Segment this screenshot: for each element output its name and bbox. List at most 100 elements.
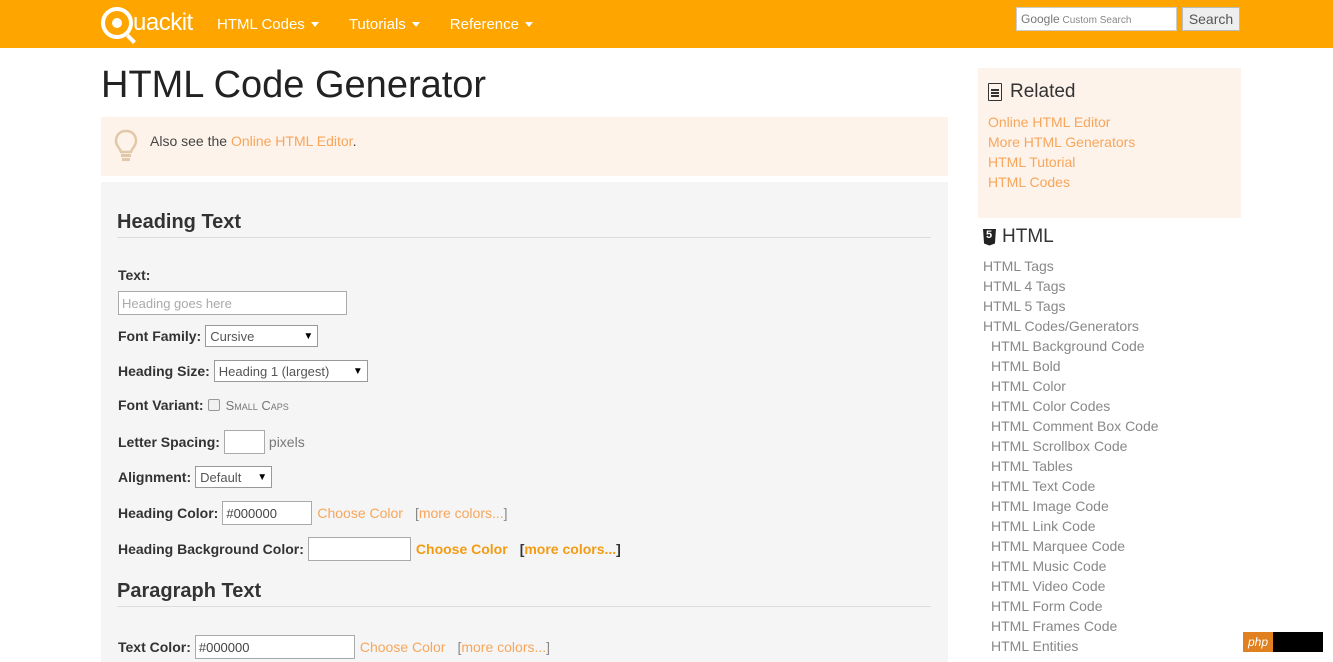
- text-label: Text:: [118, 267, 151, 283]
- logo-q-icon: [101, 7, 133, 39]
- top-nav-bar: uackit HTML Codes Tutorials Reference Go…: [0, 0, 1333, 48]
- sidebar-sublink[interactable]: HTML Marquee Code: [991, 538, 1125, 554]
- note-text: Also see the Online HTML Editor.: [150, 133, 356, 149]
- heading-color-label: Heading Color:: [118, 505, 219, 521]
- font-family-label: Font Family:: [118, 328, 202, 344]
- html-title: HTML: [1002, 226, 1054, 247]
- dropdown-arrow-icon: ▼: [352, 365, 363, 377]
- sidebar-sublink[interactable]: HTML Background Code: [991, 338, 1145, 354]
- sidebar-sublink[interactable]: HTML Music Code: [991, 558, 1106, 574]
- dropdown-arrow-icon: ▼: [257, 471, 268, 483]
- font-variant-row: Font Variant: Small Caps: [118, 397, 289, 413]
- caret-down-icon: [525, 21, 533, 27]
- search-button[interactable]: Search: [1182, 7, 1240, 31]
- caret-down-icon: [411, 21, 420, 27]
- pixels-unit: pixels: [268, 434, 305, 450]
- sidebar-sublink[interactable]: HTML Color: [991, 378, 1066, 394]
- heading-bg-color-input[interactable]: [307, 537, 411, 561]
- alignment-label: Alignment:: [118, 469, 192, 485]
- alignment-select[interactable]: Default ▼: [195, 466, 273, 488]
- related-link[interactable]: More HTML Generators: [988, 134, 1135, 150]
- logo-text: uackit: [133, 9, 193, 36]
- more-colors-bracket: [more colors...]: [414, 505, 508, 521]
- heading-size-label: Heading Size:: [118, 363, 210, 379]
- font-family-select[interactable]: Cursive ▼: [205, 325, 319, 347]
- sidebar-sublink[interactable]: HTML Video Code: [991, 578, 1105, 594]
- note-suffix: .: [352, 133, 357, 149]
- font-family-value: Cursive: [210, 328, 255, 344]
- nav-reference-label: Reference: [449, 15, 519, 33]
- text-color-label: Text Color:: [118, 639, 191, 655]
- sidebar-sublink[interactable]: HTML Bold: [991, 358, 1061, 374]
- text-color-row: Text Color: #000000 Choose Color [more c…: [118, 635, 550, 659]
- related-heading: Related: [988, 81, 1076, 103]
- bg-more-colors-bracket: [more colors...]: [519, 541, 621, 557]
- html5-icon: [983, 228, 996, 246]
- paragraph-section-title: Paragraph Text: [117, 580, 262, 602]
- small-caps-checkbox[interactable]: [207, 399, 220, 411]
- section-divider: [117, 237, 931, 238]
- quackit-logo[interactable]: uackit: [101, 6, 193, 40]
- caret-down-icon: [310, 21, 319, 27]
- text-color-input[interactable]: #000000: [194, 635, 355, 659]
- php-watermark: php: [1243, 632, 1323, 652]
- sidebar-link[interactable]: HTML Tags: [983, 258, 1054, 274]
- font-variant-label: Font Variant:: [118, 397, 204, 413]
- sidebar-link[interactable]: HTML 4 Tags: [983, 278, 1065, 294]
- sidebar-sublink[interactable]: HTML Form Code: [991, 598, 1103, 614]
- paragraph-more-colors-bracket: [more colors...]: [457, 639, 551, 655]
- heading-bg-color-label: Heading Background Color:: [118, 541, 304, 557]
- sidebar-sublink[interactable]: HTML Color Codes: [991, 398, 1110, 414]
- alignment-value: Default: [200, 469, 242, 485]
- paragraph-choose-color-link[interactable]: Choose Color: [360, 639, 446, 655]
- dropdown-arrow-icon: ▼: [303, 330, 314, 342]
- sidebar-link[interactable]: HTML 5 Tags: [983, 298, 1065, 314]
- related-title: Related: [1010, 81, 1076, 102]
- text-input-row: Heading goes here: [118, 291, 347, 315]
- sidebar-sublink[interactable]: HTML Scrollbox Code: [991, 438, 1127, 454]
- heading-color-row: Heading Color: #000000 Choose Color [mor…: [118, 501, 508, 525]
- paragraph-more-colors-link[interactable]: more colors...: [461, 639, 546, 655]
- nav-html-codes[interactable]: HTML Codes: [217, 16, 319, 33]
- heading-text-input[interactable]: Heading goes here: [118, 291, 347, 315]
- note-prefix: Also see the: [150, 133, 231, 149]
- main-nav: HTML Codes Tutorials Reference: [217, 0, 563, 48]
- heading-size-select[interactable]: Heading 1 (largest) ▼: [213, 360, 368, 382]
- heading-size-row: Heading Size: Heading 1 (largest) ▼: [118, 360, 368, 382]
- html-heading: HTML: [983, 226, 1054, 248]
- font-family-row: Font Family: Cursive ▼: [118, 325, 319, 347]
- online-html-editor-link[interactable]: Online HTML Editor: [231, 133, 353, 149]
- related-link[interactable]: HTML Codes: [988, 174, 1070, 190]
- heading-size-value: Heading 1 (largest): [218, 363, 330, 379]
- sidebar-sublink[interactable]: HTML Text Code: [991, 478, 1095, 494]
- sidebar-sublink[interactable]: HTML Frames Code: [991, 618, 1117, 634]
- document-icon: [988, 83, 1002, 101]
- nav-tutorials[interactable]: Tutorials: [349, 16, 420, 33]
- alignment-row: Alignment: Default ▼: [118, 466, 273, 488]
- page-title: HTML Code Generator: [101, 64, 487, 106]
- more-colors-link[interactable]: more colors...: [419, 505, 504, 521]
- nav-tutorials-label: Tutorials: [348, 15, 406, 33]
- related-link[interactable]: Online HTML Editor: [988, 114, 1110, 130]
- nav-html-codes-label: HTML Codes: [217, 15, 305, 33]
- sidebar-sublink[interactable]: HTML Image Code: [991, 498, 1109, 514]
- letter-spacing-input[interactable]: [223, 430, 265, 454]
- nav-reference[interactable]: Reference: [450, 16, 533, 33]
- heading-bg-color-row: Heading Background Color: Choose Color […: [118, 537, 621, 561]
- google-brand: Google: [1021, 12, 1060, 26]
- bg-choose-color-link[interactable]: Choose Color: [416, 541, 508, 557]
- bg-more-colors-link[interactable]: more colors...: [524, 541, 616, 557]
- related-link[interactable]: HTML Tutorial: [988, 154, 1075, 170]
- text-label-row: Text:: [118, 267, 154, 283]
- sidebar-sublink[interactable]: HTML Link Code: [991, 518, 1096, 534]
- search-input[interactable]: Google Custom Search: [1016, 7, 1177, 31]
- section-divider: [117, 606, 931, 607]
- sidebar-sublink[interactable]: HTML Tables: [991, 458, 1073, 474]
- sidebar-sublink[interactable]: HTML Entities: [991, 638, 1078, 654]
- search-placeholder: Custom Search: [1062, 15, 1132, 26]
- sidebar-link[interactable]: HTML Codes/Generators: [983, 318, 1139, 334]
- lightbulb-icon: [114, 129, 138, 161]
- sidebar-sublink[interactable]: HTML Comment Box Code: [991, 418, 1159, 434]
- choose-color-link[interactable]: Choose Color: [317, 505, 403, 521]
- heading-color-input[interactable]: #000000: [222, 501, 313, 525]
